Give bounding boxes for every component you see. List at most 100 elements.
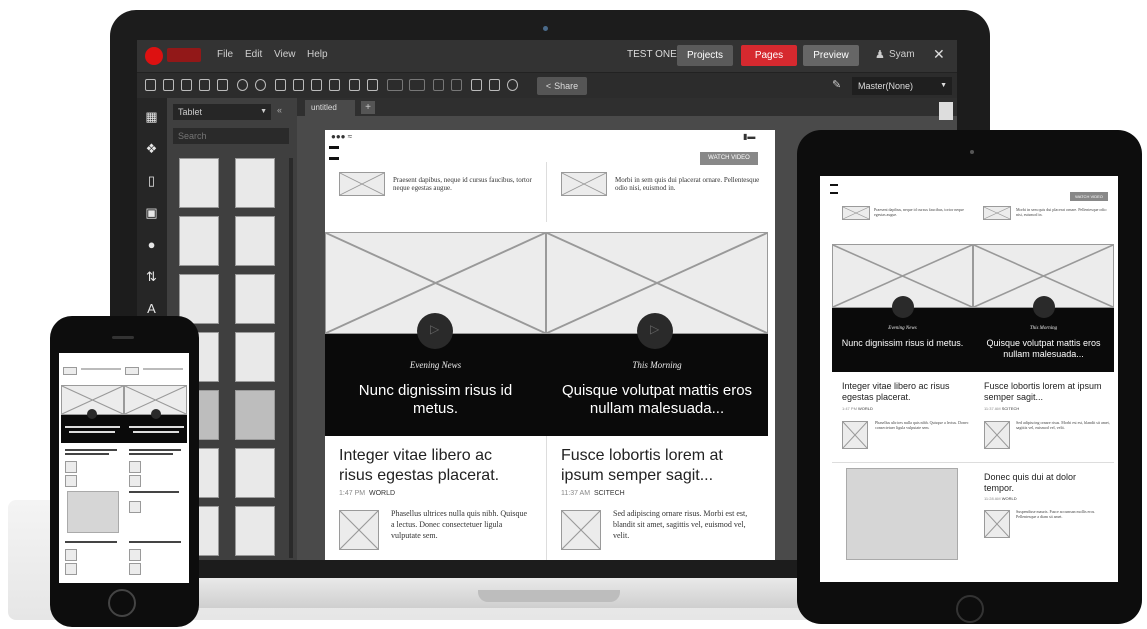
project-name: TEST ONE [627,49,677,60]
template-thumbnail[interactable] [179,158,219,208]
image-placeholder [129,461,141,473]
cut-icon[interactable] [293,79,304,91]
new-page-icon[interactable] [145,79,156,91]
export-icon[interactable] [181,79,192,91]
pages-button[interactable]: Pages [741,45,797,66]
link-icon[interactable] [451,79,462,91]
story-headline-left[interactable]: Integer vitae libero ac risus egestas pl… [339,446,529,486]
story-headline-left: Integer vitae libero ac risus egestas pl… [842,381,950,402]
template-search-input[interactable] [173,128,289,144]
play-button[interactable]: ▷ [637,313,673,349]
template-thumbnail[interactable] [179,274,219,324]
text-style-icon[interactable]: A [144,302,159,316]
assets-icon[interactable]: ● [144,238,159,252]
template-thumbnail[interactable] [235,216,275,266]
text-line [65,453,109,455]
image-placeholder [129,563,141,575]
play-button[interactable]: ▷ [417,313,453,349]
image-placeholder [125,367,139,375]
device-icon[interactable]: ▯ [144,174,159,188]
collapse-panel-icon[interactable]: « [277,105,282,115]
menu-edit[interactable]: Edit [245,49,262,60]
tab-untitled[interactable]: untitled [305,100,355,116]
watch-video-button[interactable]: WATCH VIDEO [700,152,758,165]
story-time: 11:37 AM [561,490,591,497]
properties-icon[interactable] [939,102,953,120]
interaction-icon[interactable]: ⇅ [144,270,159,284]
share-button[interactable]: < Share [537,77,587,95]
close-icon[interactable]: ✕ [933,46,945,63]
distribute-icon[interactable] [409,79,425,91]
feature-kicker-right: This Morning [1029,326,1058,331]
panel-scrollbar[interactable] [289,158,293,558]
feature-headline-right[interactable]: Quisque volutpat mattis eros nullam male… [557,382,757,418]
story-headline-third: Donec quis dui at dolor tempor. [984,472,1077,493]
redo-icon[interactable] [255,79,266,91]
widgets-icon[interactable]: ❖ [144,142,159,156]
text-line [143,368,183,370]
menu-file[interactable]: File [217,49,233,60]
master-select[interactable]: Master(None) ▼ [852,77,952,95]
projects-button[interactable]: Projects [677,45,733,66]
template-thumbnail[interactable] [235,390,275,440]
paste-icon[interactable] [311,79,322,91]
image-placeholder [984,421,1010,449]
hamburger-menu-icon[interactable] [329,146,339,160]
add-tab-button[interactable]: + [361,101,375,114]
settings-icon[interactable] [507,79,518,91]
story-body-left: Phasellus ultrices nulla quis nibh. Quis… [875,420,969,430]
app-logo-icon [145,47,163,65]
template-thumbnail[interactable] [235,274,275,324]
save-icon[interactable] [163,79,174,91]
intro-text-left: Praesent dapibus, neque id cursus faucib… [393,176,532,192]
image-icon[interactable]: ▣ [144,206,159,220]
story-headline-right: Fusce lobortis lorem at ipsum semper sag… [984,381,1102,402]
copy-icon[interactable] [275,79,286,91]
story-time: 1:47 PM [842,406,857,411]
print-icon[interactable] [217,79,228,91]
delete-icon[interactable] [349,79,360,91]
feature-kicker-right: This Morning [632,360,682,370]
story-headline-right[interactable]: Fusce lobortis lorem at ipsum semper sag… [561,446,761,486]
story-time: 1:47 PM [339,490,366,497]
group-icon[interactable] [367,79,378,91]
duplicate-icon[interactable] [329,79,340,91]
template-thumbnail[interactable] [235,448,275,498]
image-placeholder [339,510,379,550]
text-line [69,431,115,433]
lock-icon[interactable] [433,79,444,91]
pages-icon[interactable]: ▦ [144,110,159,124]
brush-icon[interactable]: ✎ [832,78,841,91]
preview-button[interactable]: Preview [803,45,859,66]
wireframe-page: ●●● ≈ ▮▬ WATCH VIDEO Praesent dapibus, n… [325,130,775,560]
image-placeholder [842,206,870,220]
tablet-screen: WATCH VIDEO Praesent dapibus, neque id c… [820,176,1118,582]
device-select[interactable]: Tablet ▼ [173,104,271,120]
template-thumbnail[interactable] [235,506,275,556]
story-section: SCITECH [593,490,625,497]
template-thumbnail[interactable] [235,158,275,208]
image-placeholder [983,206,1011,220]
undo-icon[interactable] [237,79,248,91]
menu-help[interactable]: Help [307,49,328,60]
flag-icon[interactable] [489,79,500,91]
share-icon: < [545,81,552,91]
story-meta-left: 1:47 PM WORLD [339,490,395,497]
text-line [129,491,179,493]
template-thumbnail[interactable] [179,216,219,266]
feature-headline-left[interactable]: Nunc dignissim risus id metus. [339,382,532,418]
image-placeholder [129,549,141,561]
text-line [129,426,184,428]
image-placeholder [65,563,77,575]
hamburger-menu-icon [830,184,838,194]
feature-kicker-left: Evening News [409,360,462,370]
image-placeholder [984,510,1010,538]
align-icon[interactable] [387,79,403,91]
template-thumbnail[interactable] [235,332,275,382]
user-name[interactable]: Syam [889,49,915,60]
menu-view[interactable]: View [274,49,296,60]
story-meta-right: 11:37 AM SCITECH [561,490,625,497]
import-icon[interactable] [199,79,210,91]
comment-icon[interactable] [471,79,482,91]
intro-text-right: Morbi in sem quis dui placerat ornare. P… [615,176,760,192]
